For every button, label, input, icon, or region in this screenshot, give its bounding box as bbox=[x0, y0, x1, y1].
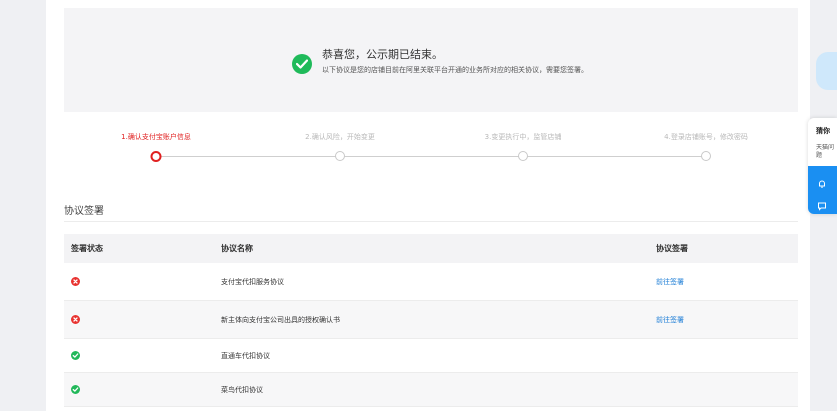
notice-subtitle: 以下协议是您的店铺目前在阿里关联平台开通的业务所对应的相关协议，需要您签署。 bbox=[322, 66, 588, 74]
step-label-3: 3.变更执行中，监管店铺 bbox=[484, 133, 562, 141]
header-status: 签署状态 bbox=[71, 244, 103, 253]
step-connector bbox=[156, 156, 706, 157]
step-dot-4 bbox=[701, 151, 711, 161]
sign-link[interactable]: 前往签署 bbox=[656, 277, 684, 287]
success-status-icon bbox=[71, 385, 80, 394]
table-row: 新主体向支付宝公司出具的授权确认书 前往签署 bbox=[64, 301, 798, 339]
bell-icon[interactable] bbox=[817, 174, 827, 188]
sign-link[interactable]: 前往签署 bbox=[656, 315, 684, 325]
panel-action-bar bbox=[808, 166, 837, 214]
step-label-4: 4.登录店铺账号，修改密码 bbox=[664, 133, 748, 141]
step-label-2: 2.确认风险，开始变更 bbox=[305, 133, 375, 141]
table-row: 菜鸟代扣协议 bbox=[64, 373, 798, 407]
step-dot-2 bbox=[335, 151, 345, 161]
table-row: 支付宝代扣服务协议 前往签署 bbox=[64, 263, 798, 301]
section-title: 协议签署 bbox=[64, 206, 104, 217]
step-label-1: 1.确认支付宝账户信息 bbox=[121, 133, 191, 141]
panel-text: 天猫问题 bbox=[816, 144, 835, 159]
notice-title: 恭喜您，公示期已结束。 bbox=[322, 48, 443, 61]
table-header: 签署状态 协议名称 协议签署 bbox=[64, 234, 798, 263]
error-status-icon bbox=[71, 315, 80, 324]
step-dot-3 bbox=[518, 151, 528, 161]
assistant-avatar-bubble[interactable] bbox=[816, 52, 837, 90]
agreement-name: 直通车代扣协议 bbox=[221, 352, 270, 360]
step-dot-1 bbox=[150, 151, 162, 162]
error-status-icon bbox=[71, 277, 80, 286]
main-page: 恭喜您，公示期已结束。 以下协议是您的店铺目前在阿里关联平台开通的业务所对应的相… bbox=[46, 0, 810, 411]
agreement-name: 菜鸟代扣协议 bbox=[221, 386, 263, 394]
chat-icon[interactable] bbox=[817, 196, 827, 211]
table-row: 直通车代扣协议 bbox=[64, 339, 798, 373]
section-divider bbox=[64, 221, 798, 222]
help-side-panel: 猜你 天猫问题 bbox=[808, 118, 837, 214]
header-action: 协议签署 bbox=[656, 244, 688, 253]
success-status-icon bbox=[71, 351, 80, 360]
completion-notice: 恭喜您，公示期已结束。 以下协议是您的店铺目前在阿里关联平台开通的业务所对应的相… bbox=[64, 8, 798, 112]
header-name: 协议名称 bbox=[221, 244, 253, 253]
agreement-name: 支付宝代扣服务协议 bbox=[221, 278, 284, 286]
progress-steps: 1.确认支付宝账户信息 2.确认风险，开始变更 3.变更执行中，监管店铺 4.登… bbox=[46, 128, 810, 168]
agreement-table: 签署状态 协议名称 协议签署 支付宝代扣服务协议 前往签署 新主体向支付宝公司出… bbox=[64, 234, 798, 407]
agreement-name: 新主体向支付宝公司出具的授权确认书 bbox=[221, 316, 340, 324]
success-check-icon bbox=[292, 54, 312, 74]
panel-title: 猜你 bbox=[816, 127, 830, 135]
